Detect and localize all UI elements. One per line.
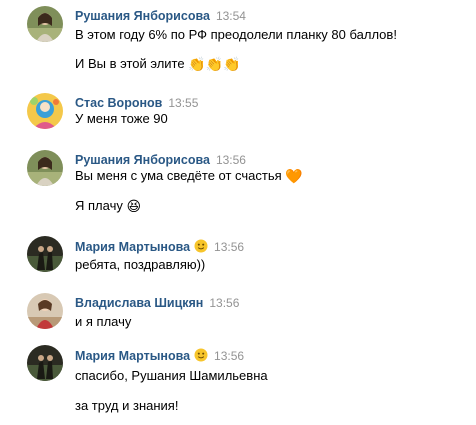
author-name[interactable]: Владислава Шицкян: [75, 296, 203, 310]
message-text: спасибо, Рушания Шамильевна: [75, 368, 268, 383]
message-time[interactable]: 13:56: [214, 240, 244, 254]
avatar[interactable]: [27, 150, 63, 186]
message-text-content: Я плачу: [75, 198, 123, 213]
author-name[interactable]: Мария Мартынова: [75, 349, 190, 363]
laughing-face-icon: 😆: [126, 199, 142, 215]
message-text: И Вы в этой элите 👏👏👏: [75, 56, 241, 73]
orange-heart-icon: 🧡: [285, 169, 303, 185]
message-text-content: И Вы в этой элите: [75, 56, 185, 71]
message-text-content: Вы меня с ума сведёте от счастья: [75, 168, 282, 183]
avatar[interactable]: [27, 93, 63, 129]
message-text-content: В этом году 6% по РФ преодолели планку 8…: [75, 27, 397, 42]
message-time[interactable]: 13:56: [216, 153, 246, 167]
message-text: Я плачу 😆: [75, 198, 141, 215]
message-text: У меня тоже 90: [75, 111, 168, 126]
message-text: В этом году 6% по РФ преодолели планку 8…: [75, 27, 397, 42]
smiley-badge-icon: [194, 348, 208, 365]
avatar[interactable]: [27, 236, 63, 272]
message-text: и я плачу: [75, 314, 131, 329]
smiley-badge-icon: [194, 239, 208, 256]
message-text-content: ребята, поздравляю)): [75, 257, 206, 272]
message-text: за труд и знания!: [75, 398, 178, 413]
message-text: Вы меня с ума сведёте от счастья 🧡: [75, 168, 303, 185]
message-time[interactable]: 13:54: [216, 9, 246, 23]
message-time[interactable]: 13:56: [209, 296, 239, 310]
message-text-content: У меня тоже 90: [75, 111, 168, 126]
message-text-content: за труд и знания!: [75, 398, 179, 413]
message-text-content: и я плачу: [75, 314, 132, 329]
message-text: ребята, поздравляю)): [75, 257, 205, 272]
author-name[interactable]: Стас Воронов: [75, 96, 162, 110]
author-name[interactable]: Рушания Янборисова: [75, 153, 210, 167]
clapping-hands-icon: 👏👏👏: [188, 57, 241, 73]
message-text-content: спасибо, Рушания Шамильевна: [75, 368, 268, 383]
author-name[interactable]: Рушания Янборисова: [75, 9, 210, 23]
avatar[interactable]: [27, 345, 63, 381]
author-name[interactable]: Мария Мартынова: [75, 240, 190, 254]
avatar[interactable]: [27, 293, 63, 329]
message-time[interactable]: 13:55: [168, 96, 198, 110]
avatar[interactable]: [27, 6, 63, 42]
message-time[interactable]: 13:56: [214, 349, 244, 363]
